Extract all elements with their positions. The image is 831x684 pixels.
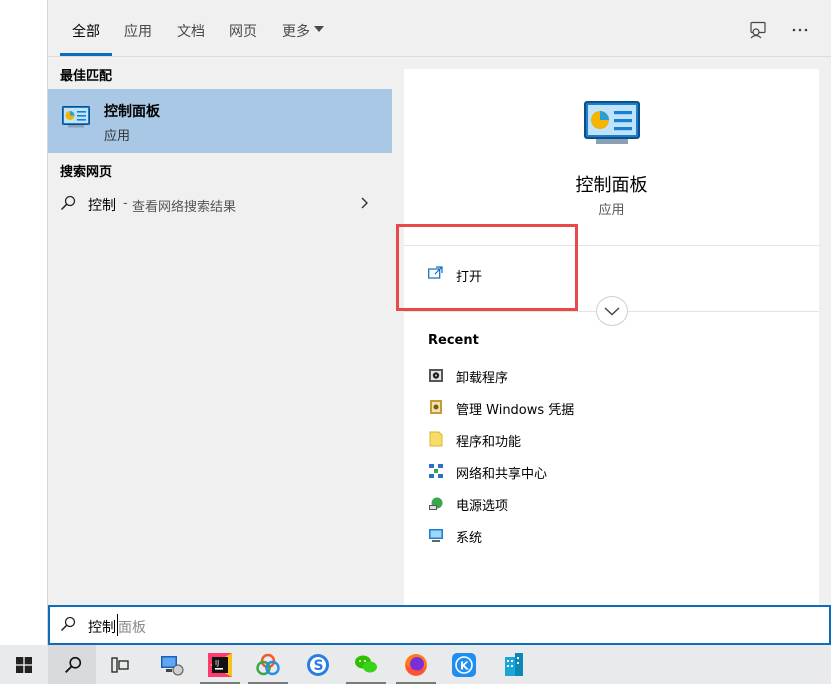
- uninstall-program-icon: [429, 369, 443, 382]
- web-search-separator: -: [123, 196, 128, 211]
- recent-item[interactable]: 程序和功能: [428, 430, 728, 450]
- power-options-icon: [429, 497, 443, 510]
- sogou-icon: S: [307, 654, 329, 676]
- web-search-hint: 查看网络搜索结果: [132, 200, 237, 215]
- tab-documents[interactable]: 文档: [177, 21, 205, 41]
- chevron-right-icon[interactable]: [361, 197, 369, 209]
- recent-item[interactable]: 管理 Windows 凭据: [428, 398, 728, 418]
- highlight-box: [396, 224, 578, 311]
- web-search-query: 控制: [88, 198, 116, 214]
- credential-manager-icon: [430, 400, 442, 414]
- chevron-down-icon[interactable]: [314, 26, 324, 32]
- search-icon: [60, 195, 76, 211]
- tab-more[interactable]: 更多: [282, 21, 310, 41]
- taskbar-app[interactable]: [342, 645, 390, 684]
- taskbar-app[interactable]: [244, 645, 292, 684]
- taskbar-app[interactable]: [148, 645, 196, 684]
- search-autocomplete: 面板: [118, 620, 146, 636]
- recent-item[interactable]: 电源选项: [428, 494, 728, 514]
- wechat-icon: [355, 655, 377, 673]
- control-panel-large-icon: [584, 101, 640, 144]
- recent-item[interactable]: 卸载程序: [428, 366, 728, 386]
- search-icon: [65, 656, 82, 673]
- remote-desktop-icon: [161, 656, 184, 676]
- best-match-subtitle: 应用: [104, 129, 131, 144]
- svg-text:S: S: [314, 658, 324, 674]
- best-match-heading: 最佳匹配: [60, 69, 113, 84]
- recent-item[interactable]: 系统: [428, 526, 728, 546]
- programs-features-icon: [429, 431, 443, 447]
- firefox-icon: [405, 654, 427, 676]
- preview-title: 控制面板: [575, 175, 648, 196]
- recent-heading: Recent: [428, 333, 479, 348]
- more-options-icon[interactable]: [792, 28, 808, 32]
- tab-apps[interactable]: 应用: [124, 21, 152, 41]
- search-icon: [60, 616, 76, 632]
- search-web-heading: 搜索网页: [60, 165, 113, 180]
- taskbar-task-view[interactable]: [96, 645, 144, 684]
- network-sharing-icon: [429, 464, 443, 478]
- recent-item[interactable]: 网络和共享中心: [428, 462, 728, 482]
- taskbar-start[interactable]: [0, 645, 48, 684]
- taskbar-app[interactable]: K: [440, 645, 488, 684]
- taskbar-app[interactable]: S: [294, 645, 342, 684]
- task-view-icon: [111, 657, 129, 673]
- search-input-text[interactable]: 控制: [88, 617, 116, 637]
- chevron-down-icon: [604, 307, 620, 316]
- taskbar-app[interactable]: IJ: [196, 645, 244, 684]
- building-app-icon: [505, 653, 523, 676]
- preview-subtitle: 应用: [598, 203, 625, 218]
- jetbrains-icon: IJ: [208, 653, 232, 677]
- browser-swirl-icon: [256, 653, 280, 676]
- taskbar-app[interactable]: [392, 645, 440, 684]
- tab-web[interactable]: 网页: [229, 21, 257, 41]
- kugou-icon: K: [452, 653, 476, 677]
- taskbar-app[interactable]: [490, 645, 538, 684]
- system-icon: [429, 529, 443, 542]
- tab-all[interactable]: 全部: [72, 21, 100, 41]
- svg-text:IJ: IJ: [215, 659, 219, 667]
- best-match-result[interactable]: [48, 89, 392, 153]
- start-icon: [16, 657, 32, 673]
- control-panel-icon: [62, 106, 90, 128]
- svg-text:K: K: [460, 660, 469, 673]
- feedback-icon[interactable]: [749, 21, 767, 39]
- best-match-title: 控制面板: [104, 104, 160, 120]
- tabs-divider: [48, 56, 831, 57]
- taskbar-search[interactable]: [48, 645, 96, 684]
- search-box[interactable]: [48, 605, 831, 645]
